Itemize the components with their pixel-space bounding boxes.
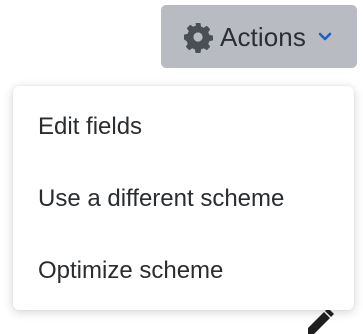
menu-item-edit-fields[interactable]: Edit fields bbox=[13, 103, 354, 151]
actions-button[interactable]: Actions bbox=[161, 5, 357, 68]
pencil-icon[interactable] bbox=[302, 310, 336, 334]
gear-icon bbox=[182, 21, 214, 53]
chevron-down-icon bbox=[318, 31, 332, 43]
actions-dropdown-menu: Edit fields Use a different scheme Optim… bbox=[13, 86, 354, 310]
menu-item-label: Edit fields bbox=[38, 113, 143, 140]
actions-label: Actions bbox=[220, 21, 306, 52]
menu-item-label: Use a different scheme bbox=[38, 185, 285, 212]
menu-item-label: Optimize scheme bbox=[38, 257, 224, 284]
menu-item-use-different-scheme[interactable]: Use a different scheme bbox=[13, 175, 354, 223]
menu-item-optimize-scheme[interactable]: Optimize scheme bbox=[13, 247, 354, 295]
